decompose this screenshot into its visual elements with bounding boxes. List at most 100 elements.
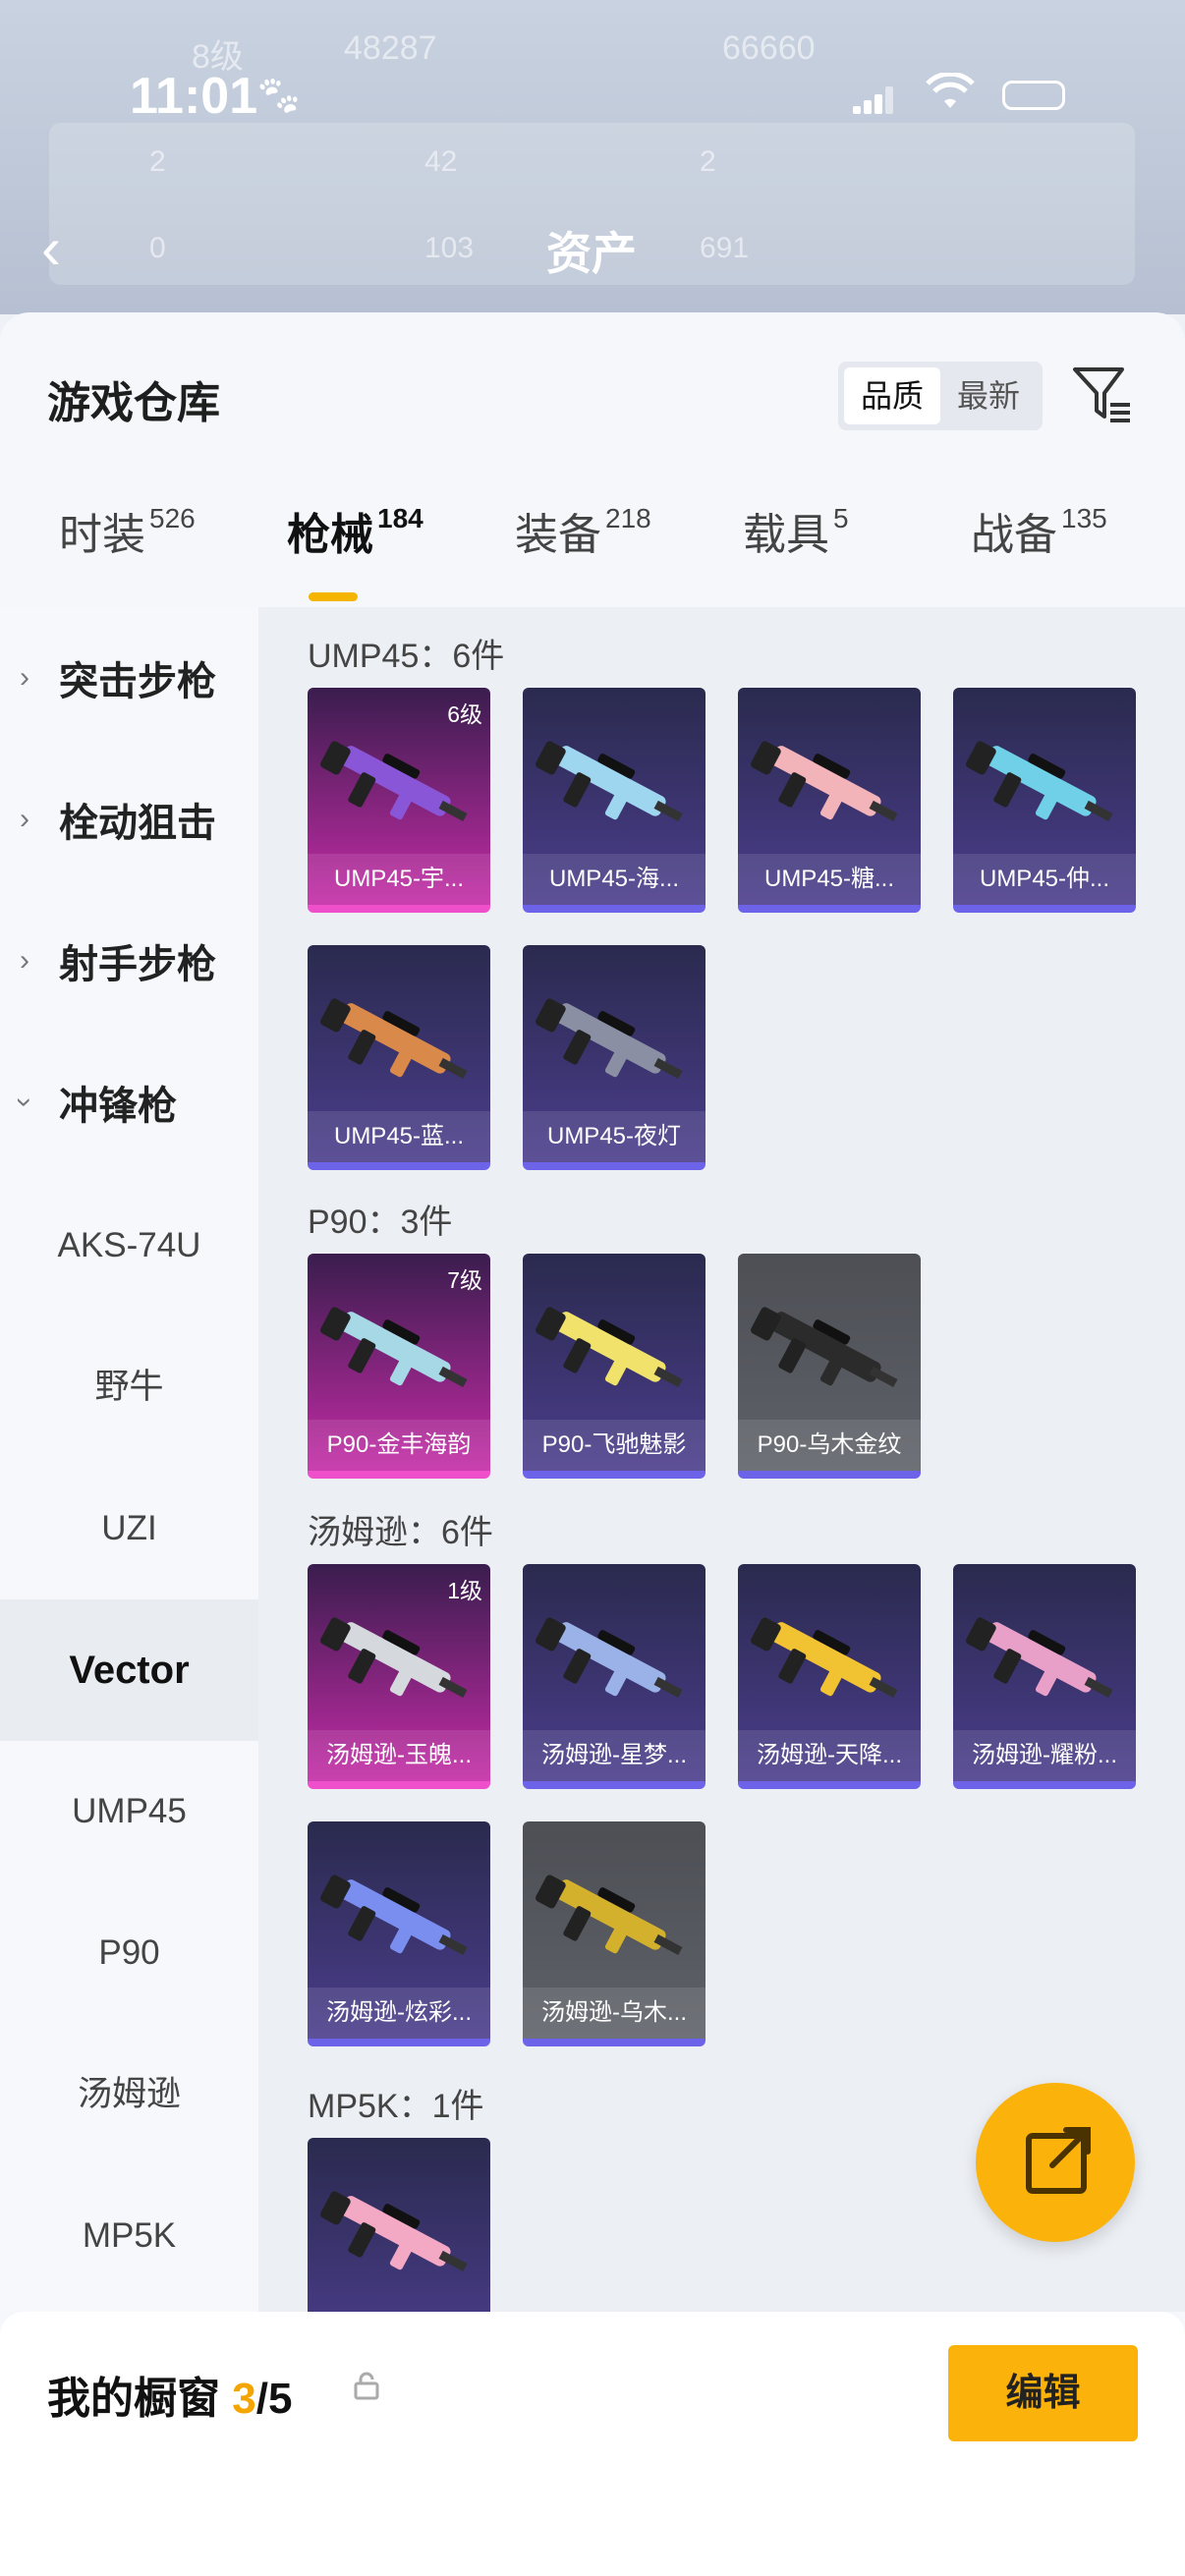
tab-guns[interactable]: 枪械 184 <box>287 499 423 562</box>
skin-name: 汤姆逊-天降... <box>738 1730 921 1781</box>
warehouse-sheet: 游戏仓库 品质 最新 时装 526 枪械 184 装备 218 载具 5 战备 135 ›… <box>0 312 1185 2576</box>
skin-card[interactable]: 7级 P90-金丰海韵 <box>308 1254 490 1479</box>
ghost-stat: 0 <box>149 232 166 264</box>
skin-name: UMP45-夜灯 <box>523 1111 705 1162</box>
skin-card[interactable]: P90-乌木金纹 <box>738 1254 921 1479</box>
skin-card[interactable]: 汤姆逊-耀粉... <box>953 1564 1136 1789</box>
sidebar-item-mp5k[interactable]: MP5K <box>0 2165 258 2307</box>
tab-count: 5 <box>833 503 849 534</box>
sort-newest-button[interactable]: 最新 <box>940 367 1037 424</box>
sidebar-item-uzi[interactable]: UZI <box>0 1458 258 1599</box>
skin-grid: UMP45：6件 6级 UMP45-宇... UMP45-海... UMP45-糖...… <box>258 607 1185 2312</box>
skin-card[interactable]: UMP45-海... <box>523 688 705 913</box>
sidebar-group-label: 射手步枪 <box>59 943 216 986</box>
gun-image <box>533 721 696 849</box>
battery-icon <box>1002 81 1065 110</box>
sidebar-item-thompson[interactable]: 汤姆逊 <box>0 2024 258 2165</box>
ghost-stat: 691 <box>700 232 750 264</box>
chevron-down-icon: › <box>9 1097 41 1107</box>
sidebar-group-bolt-sniper[interactable]: › 栓动狙击 <box>0 751 258 888</box>
sidebar-group-smg[interactable]: › 冲锋枪 <box>0 1034 258 1171</box>
skin-card[interactable]: 汤姆逊-炫彩... <box>308 1821 490 2046</box>
gun-image <box>748 1597 911 1725</box>
skin-name: UMP45-海... <box>523 854 705 905</box>
ghost-stat: 42 <box>424 145 458 178</box>
skin-card[interactable]: UMP45-糖... <box>738 688 921 913</box>
tab-fashion[interactable]: 时装 526 <box>59 499 196 562</box>
skin-card[interactable]: 6级 UMP45-宇... <box>308 688 490 913</box>
paw-icon: 🐾︎ <box>254 75 304 118</box>
skin-name: P90-飞驰魅影 <box>523 1420 705 1471</box>
section-title: 汤姆逊：6件 <box>308 1514 493 1551</box>
filter-icon[interactable] <box>1071 364 1134 426</box>
skin-card[interactable]: UMP45-仲... <box>953 688 1136 913</box>
sort-toggle: 品质 最新 <box>838 362 1043 430</box>
category-tabs: 时装 526 枪械 184 装备 218 载具 5 战备 135 <box>0 499 1185 607</box>
gun-image <box>533 1287 696 1415</box>
skin-name: P90-乌木金纹 <box>738 1420 921 1471</box>
chevron-right-icon: › <box>20 944 29 977</box>
sort-quality-button[interactable]: 品质 <box>844 367 940 424</box>
sidebar-group-marksman-rifle[interactable]: › 射手步枪 <box>0 892 258 1030</box>
skin-card[interactable]: UMP45-夜灯 <box>523 945 705 1170</box>
tab-equipment[interactable]: 装备 218 <box>515 499 651 562</box>
gun-image <box>963 1597 1126 1725</box>
gun-image <box>533 1855 696 1983</box>
page-title: 游戏仓库 <box>47 379 220 427</box>
gun-image <box>317 1855 480 1983</box>
showcase-label: 我的橱窗 <box>47 2375 220 2423</box>
tab-label: 时装 <box>59 511 145 559</box>
nav-title: 资产 <box>546 228 637 279</box>
gun-image <box>748 1287 911 1415</box>
sidebar-item-vector[interactable]: Vector <box>0 1599 258 1741</box>
gun-image <box>533 979 696 1106</box>
tab-label: 载具 <box>743 511 829 559</box>
gun-image <box>317 979 480 1106</box>
skin-name: 汤姆逊-耀粉... <box>953 1730 1136 1781</box>
sidebar-item-bison[interactable]: 野牛 <box>0 1316 258 1458</box>
tab-label: 枪械 <box>287 511 373 559</box>
skin-card[interactable]: 汤姆逊-乌木... <box>523 1821 705 2046</box>
skin-name: 汤姆逊-乌木... <box>523 1988 705 2039</box>
skin-name: UMP45-糖... <box>738 854 921 905</box>
sidebar-item-p90[interactable]: P90 <box>0 1882 258 2024</box>
share-icon <box>1026 2127 1091 2194</box>
chevron-right-icon: › <box>20 803 29 835</box>
wifi-icon <box>926 71 975 122</box>
signal-icon <box>853 84 893 114</box>
skin-name: 汤姆逊-星梦... <box>523 1730 705 1781</box>
sidebar-item-ump45[interactable]: UMP45 <box>0 1741 258 1882</box>
skin-card[interactable] <box>308 2138 490 2312</box>
back-arrow-icon[interactable]: ‹ <box>41 214 61 282</box>
skin-name: UMP45-蓝... <box>308 1111 490 1162</box>
skin-level: 1级 <box>447 1578 482 1603</box>
tab-vehicles[interactable]: 载具 5 <box>743 499 849 562</box>
skin-card[interactable]: P90-飞驰魅影 <box>523 1254 705 1479</box>
skin-card[interactable]: 汤姆逊-天降... <box>738 1564 921 1789</box>
chevron-right-icon: › <box>20 661 29 694</box>
sidebar-group-label: 冲锋枪 <box>59 1085 177 1128</box>
sidebar-item-aks74u[interactable]: AKS-74U <box>0 1175 258 1316</box>
skin-card[interactable]: 1级 汤姆逊-玉魄... <box>308 1564 490 1789</box>
ghost-stat: 2 <box>149 145 166 178</box>
gun-image <box>533 1597 696 1725</box>
gun-image <box>748 721 911 849</box>
skin-card[interactable]: 汤姆逊-星梦... <box>523 1564 705 1789</box>
sidebar-group-assault-rifle[interactable]: › 突击步枪 <box>0 609 258 747</box>
tab-label: 战备 <box>971 511 1057 559</box>
edit-button[interactable]: 编辑 <box>948 2345 1138 2441</box>
status-bar: 11:01 🐾︎ <box>0 59 1185 138</box>
skin-name: UMP45-宇... <box>308 854 490 905</box>
section-title: UMP45：6件 <box>308 638 505 675</box>
tab-gear[interactable]: 战备 135 <box>971 499 1107 562</box>
gun-image <box>317 2171 480 2299</box>
share-button[interactable] <box>976 2083 1135 2242</box>
gun-image <box>317 1597 480 1725</box>
gun-image <box>317 1287 480 1415</box>
status-time: 11:01 <box>130 68 258 125</box>
section-title: P90：3件 <box>308 1204 453 1241</box>
section-title: MP5K：1件 <box>308 2088 484 2125</box>
tab-count: 526 <box>149 503 196 534</box>
skin-card[interactable]: UMP45-蓝... <box>308 945 490 1170</box>
ghost-stat: 2 <box>700 145 716 178</box>
